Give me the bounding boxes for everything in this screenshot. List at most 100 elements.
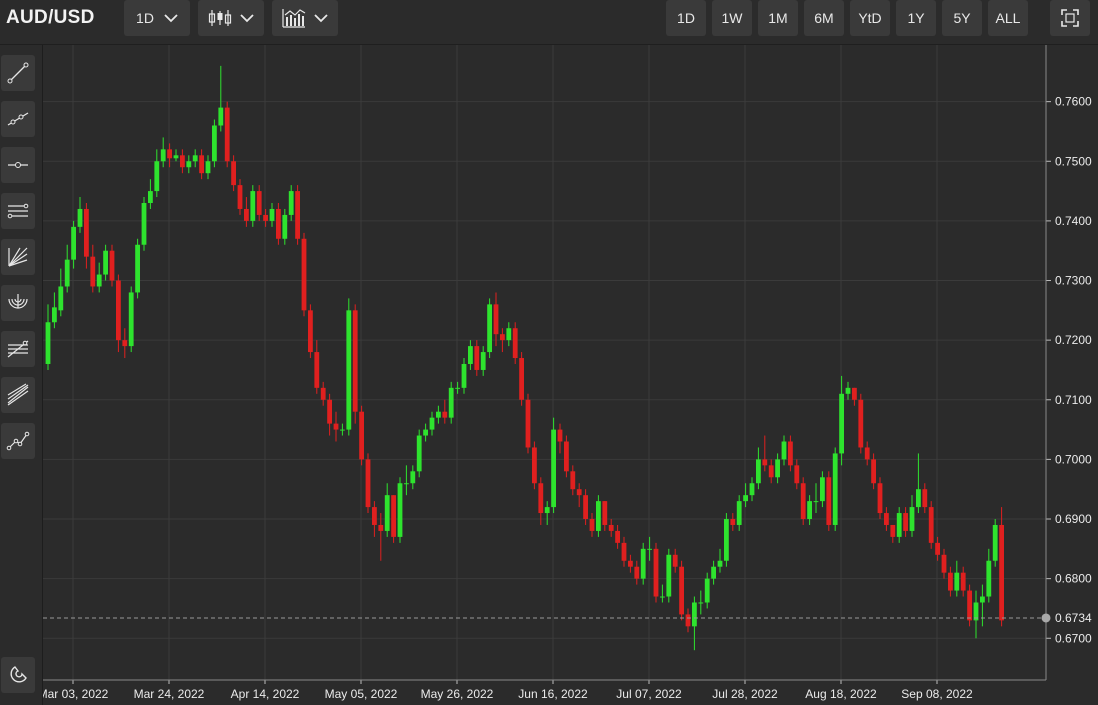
candle-up	[640, 548, 646, 579]
range-6m-button[interactable]: 6M	[804, 0, 844, 36]
candle-up	[736, 501, 742, 525]
candle-up	[404, 483, 409, 485]
range-all-button[interactable]: ALL	[988, 0, 1028, 36]
horizontal-line-tool[interactable]	[1, 147, 35, 183]
y-tick-label: 0.6900	[1055, 512, 1092, 526]
chart-plot-area[interactable]: 0.6700 0.6800 0.6900 0.7000 0.7100 0.7200 0.73…	[43, 45, 1092, 701]
y-tick-label: 0.7400	[1055, 214, 1092, 228]
candle-down	[365, 459, 371, 508]
candle-up	[103, 250, 108, 275]
candle-down	[237, 185, 243, 209]
candle-up	[986, 560, 992, 597]
candle-down	[90, 256, 96, 287]
candle-up	[148, 191, 153, 204]
magnet-tool[interactable]	[1, 657, 35, 693]
x-tick-label: Jul 07, 2022	[616, 687, 682, 701]
candle-down	[672, 554, 678, 567]
chevron-down-icon	[164, 13, 178, 22]
candle-up	[192, 155, 198, 162]
candle-down	[199, 155, 204, 174]
magnet-icon	[10, 666, 27, 683]
price-chart[interactable]: 0.6700 0.6800 0.6900 0.7000 0.7100 0.7200 0.73…	[43, 45, 1098, 705]
candle-down	[116, 280, 121, 341]
pitchfork-tool[interactable]	[1, 239, 35, 275]
candle-up	[45, 322, 51, 364]
horizontal-line-icon	[8, 162, 28, 168]
trend-line-tool[interactable]	[1, 55, 35, 91]
range-1y-button[interactable]: 1Y	[896, 0, 936, 36]
candle-up	[346, 310, 352, 430]
candle-down	[685, 614, 691, 627]
candle-up	[781, 441, 787, 460]
indicators-icon	[282, 9, 306, 28]
candle-up	[58, 286, 64, 311]
range-1m-button[interactable]: 1M	[758, 0, 798, 36]
x-tick-label: Apr 14, 2022	[231, 687, 300, 701]
range-5y-button[interactable]: 5Y	[942, 0, 982, 36]
candle-down	[608, 524, 614, 531]
candle-down	[852, 387, 857, 400]
candle-down	[602, 501, 608, 525]
candle-up	[916, 489, 921, 508]
x-tick-label: May 05, 2022	[325, 687, 398, 701]
chart-style-dropdown[interactable]	[198, 0, 264, 36]
candle-down	[231, 161, 236, 186]
chevron-down-icon	[314, 13, 328, 22]
fib-arc-tool[interactable]	[1, 285, 35, 321]
candle-down	[877, 483, 883, 514]
candle-down	[276, 208, 281, 239]
polyline-tool[interactable]	[1, 423, 35, 459]
fib-arc-icon	[8, 294, 28, 309]
candle-down	[576, 489, 582, 496]
candle-up	[282, 214, 288, 239]
range-1w-button[interactable]: 1W	[712, 0, 752, 36]
candle-up	[416, 435, 422, 472]
parallel-channel-tool[interactable]	[1, 193, 35, 229]
candle-down	[442, 411, 448, 418]
candle-up	[756, 459, 761, 484]
ray-line-icon	[7, 112, 29, 126]
candle-down	[589, 519, 595, 531]
candle-up	[692, 602, 697, 627]
interval-dropdown[interactable]: 1D	[124, 0, 190, 36]
candle-up	[980, 596, 985, 603]
candle-down	[903, 513, 908, 531]
candle-down	[224, 107, 230, 162]
ray-line-tool[interactable]	[1, 101, 35, 137]
candle-down	[538, 483, 544, 514]
candle-up	[218, 107, 224, 126]
candle-down	[320, 387, 326, 400]
range-1d-button[interactable]: 1D	[666, 0, 706, 36]
candle-down	[788, 441, 793, 466]
x-tick-label: Jul 28, 2022	[712, 687, 778, 701]
candle-up	[775, 459, 780, 478]
candle-down	[621, 542, 627, 561]
candle-down	[301, 238, 307, 311]
fib-fan-tool[interactable]	[1, 377, 35, 413]
candle-up	[186, 161, 192, 168]
indicators-dropdown[interactable]	[272, 0, 338, 36]
candle-up	[743, 495, 748, 502]
candle-up	[724, 519, 729, 561]
candle-up	[423, 429, 428, 436]
candle-up	[77, 208, 83, 227]
candle-down	[826, 477, 832, 525]
range-ytd-button[interactable]: YtD	[850, 0, 890, 36]
candle-down	[244, 208, 249, 221]
candle-down	[391, 495, 396, 537]
candle-up	[461, 363, 467, 388]
candle-up	[544, 507, 550, 514]
candle-down	[634, 566, 640, 579]
candle-up	[909, 507, 915, 531]
candle-up	[711, 566, 716, 579]
fib-retracement-tool[interactable]	[1, 331, 35, 367]
candle-down	[960, 572, 966, 591]
candle-down	[333, 423, 339, 430]
candle-up	[96, 274, 102, 287]
drawing-toolbar	[0, 45, 43, 705]
candle-up	[154, 161, 160, 192]
y-tick-label: 0.7100	[1055, 393, 1092, 407]
candle-up	[749, 483, 755, 496]
fullscreen-button[interactable]	[1050, 0, 1090, 36]
last-price-label: 0.6734	[1055, 611, 1092, 625]
